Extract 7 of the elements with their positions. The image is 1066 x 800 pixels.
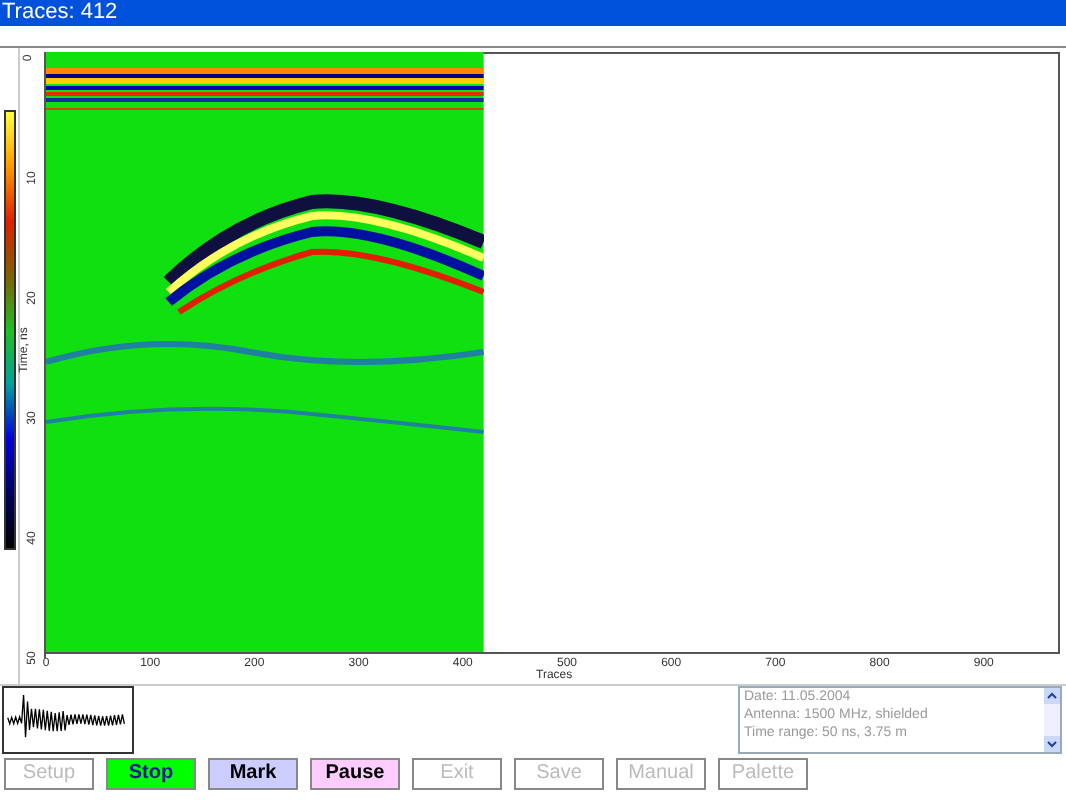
toolbar-button[interactable]: Stop — [106, 758, 196, 790]
scroll-up-icon[interactable] — [1044, 688, 1060, 704]
window-title: Traces: 412 — [0, 0, 1066, 26]
toolbar-button[interactable]: Mark — [208, 758, 298, 790]
toolbar-button[interactable]: Pause — [310, 758, 400, 790]
scroll-down-icon[interactable] — [1044, 736, 1060, 752]
scrollbar[interactable] — [1044, 688, 1060, 752]
